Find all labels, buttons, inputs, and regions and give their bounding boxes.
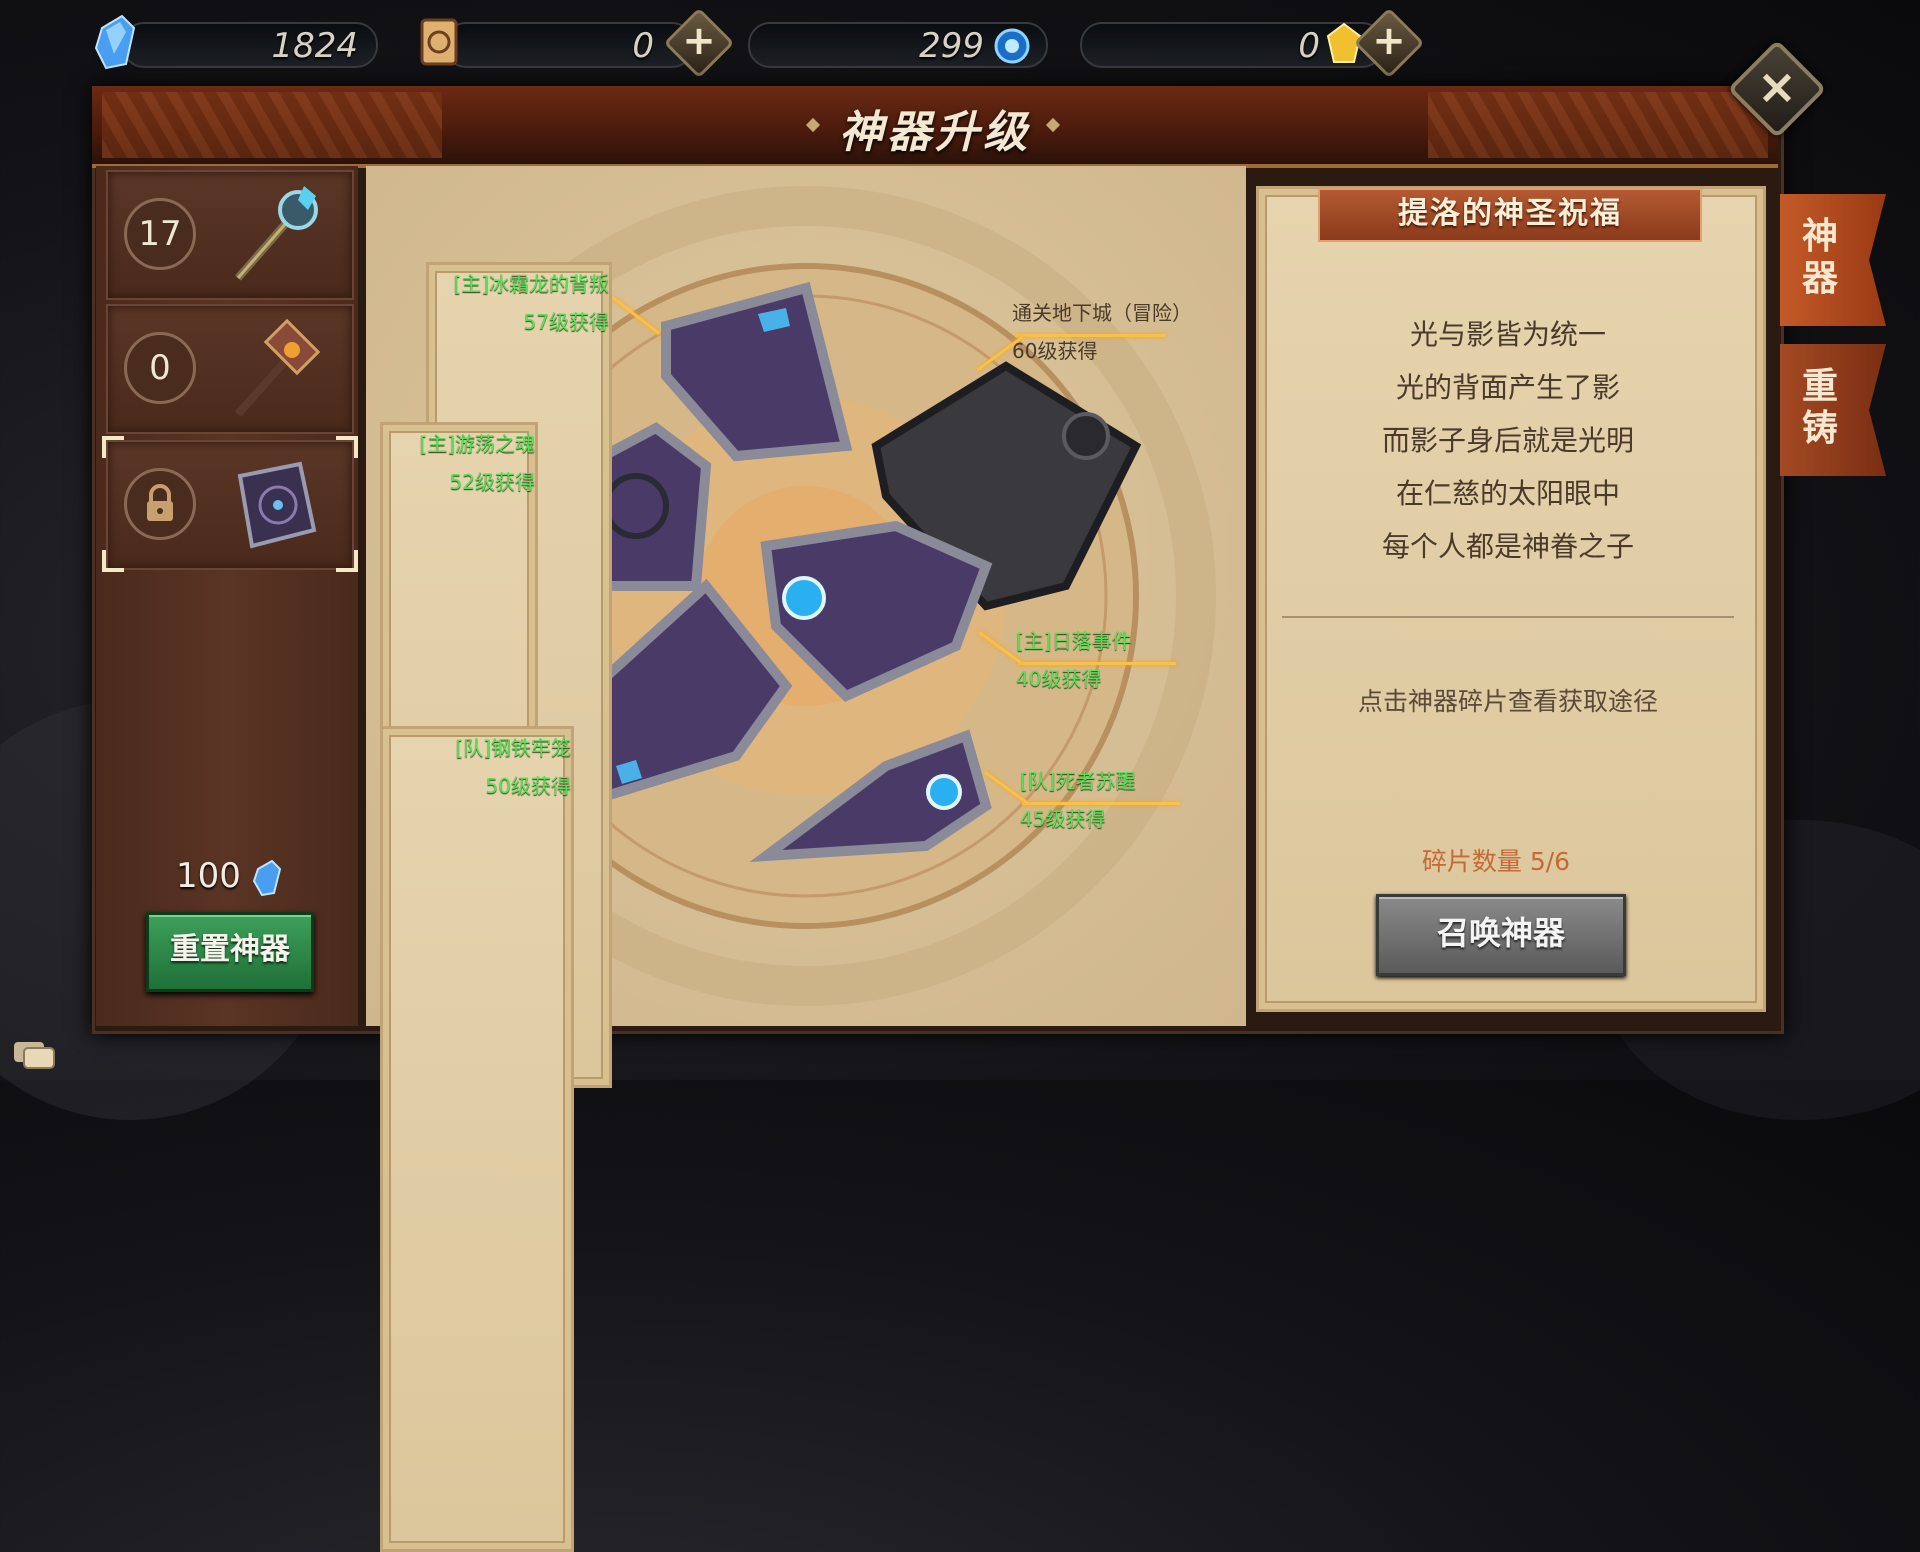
reset-artifact-button[interactable]: 重置神器	[146, 912, 314, 992]
orb-count: 299	[919, 26, 984, 66]
fragment-dead-awaken[interactable]	[749, 729, 992, 863]
fragment-source: 通关地下城（冒险）	[1012, 301, 1192, 325]
blue-crystal-icon	[252, 859, 281, 896]
tab-recast[interactable]: 重铸	[1780, 344, 1886, 476]
poem-line: 每个人都是神眷之子	[1381, 530, 1634, 563]
lock-badge	[124, 468, 196, 540]
fragment-label[interactable]: [主]日落事件 40级获得	[1016, 622, 1132, 698]
blue-orb-icon	[994, 28, 1030, 64]
reset-cost-value: 100	[176, 856, 241, 896]
hammer-icon	[235, 318, 321, 417]
lock-icon	[147, 484, 173, 521]
fragment-level: 40级获得	[1016, 667, 1102, 691]
fragment-count: 碎片数量 5/6	[1421, 847, 1571, 876]
slot-count: 0	[124, 332, 196, 404]
scepter-icon	[234, 186, 318, 281]
fragment-sunset-event[interactable]	[760, 520, 993, 702]
fragment-hint: 点击神器碎片查看获取途径	[1357, 687, 1658, 716]
plus-icon: +	[682, 18, 716, 64]
window-header: 神器升级	[92, 86, 1778, 168]
close-icon: ×	[1756, 59, 1798, 115]
blue-crystal-icon	[94, 14, 136, 70]
fragment-level: 45级获得	[1020, 807, 1106, 831]
reset-cost: 100	[176, 856, 282, 897]
currency-orb: 299	[748, 14, 1048, 70]
chat-icon[interactable]	[12, 1040, 56, 1070]
fragment-label[interactable]: [队]钢铁牢笼 50级获得	[380, 726, 574, 1552]
artifact-assembly-panel: [主]冰霜龙的背叛 57级获得 [主]游荡之魂 52级获得 [队]钢铁牢笼 50…	[366, 166, 1246, 1552]
fragment-level: 52级获得	[449, 470, 535, 494]
fragment-source: [主]冰霜龙的背叛	[453, 272, 609, 296]
crystal-count: 1824	[271, 26, 358, 66]
fragment-source: [主]日落事件	[1016, 629, 1132, 653]
tab-label: 神器	[1801, 216, 1838, 299]
fragment-level: 57级获得	[523, 310, 609, 334]
poem-line: 在仁慈的太阳眼中	[1395, 477, 1620, 510]
fragment-source: [队]钢铁牢笼	[455, 736, 571, 760]
selection-corner	[336, 550, 358, 572]
slot-count: 17	[124, 198, 196, 270]
tab-artifact[interactable]: 神器	[1780, 194, 1886, 326]
tab-label: 重铸	[1801, 366, 1838, 449]
gold-count: 0	[1298, 26, 1320, 66]
artifact-slot-tome[interactable]	[106, 440, 354, 570]
plus-icon: +	[1372, 18, 1406, 64]
artifact-slot-scepter[interactable]: 17	[106, 170, 354, 300]
fragment-label[interactable]: [队]死者苏醒 45级获得	[1020, 762, 1136, 838]
page-title: 神器升级	[839, 107, 1031, 158]
scroll-icon	[420, 18, 458, 66]
fragment-level: 50级获得	[485, 774, 571, 798]
currency-crystal: 1824	[92, 14, 378, 70]
poem-line: 而影子身后就是光明	[1381, 424, 1634, 457]
selection-corner	[102, 436, 124, 458]
currency-scroll: 0 +	[414, 7, 735, 79]
fragment-source: [队]死者苏醒	[1020, 769, 1136, 793]
poem-line: 光与影皆为统一	[1409, 318, 1606, 351]
fragment-level: 60级获得	[1012, 339, 1098, 363]
blessing-title: 提洛的神圣祝福	[1318, 188, 1702, 242]
poem-line: 光的背面产生了影	[1395, 371, 1620, 404]
currency-gold: 0 +	[1080, 7, 1425, 79]
summon-artifact-button[interactable]: 召唤神器	[1376, 894, 1626, 976]
artifact-slot-hammer[interactable]: 0	[106, 304, 354, 434]
fragment-frost-dragon[interactable]	[661, 281, 853, 462]
divider	[1282, 616, 1734, 618]
selection-corner	[336, 436, 358, 458]
selection-corner	[102, 550, 124, 572]
fragment-source: [主]游荡之魂	[419, 432, 535, 456]
scroll-count: 0	[632, 26, 654, 66]
tome-icon	[237, 461, 317, 549]
fragment-iron-cage[interactable]	[590, 578, 793, 803]
blessing-poem: 光与影皆为统一 光的背面产生了影 而影子身后就是光明 在仁慈的太阳眼中 每个人都…	[1256, 308, 1760, 573]
fragment-label[interactable]: 通关地下城（冒险） 60级获得	[1012, 294, 1192, 370]
